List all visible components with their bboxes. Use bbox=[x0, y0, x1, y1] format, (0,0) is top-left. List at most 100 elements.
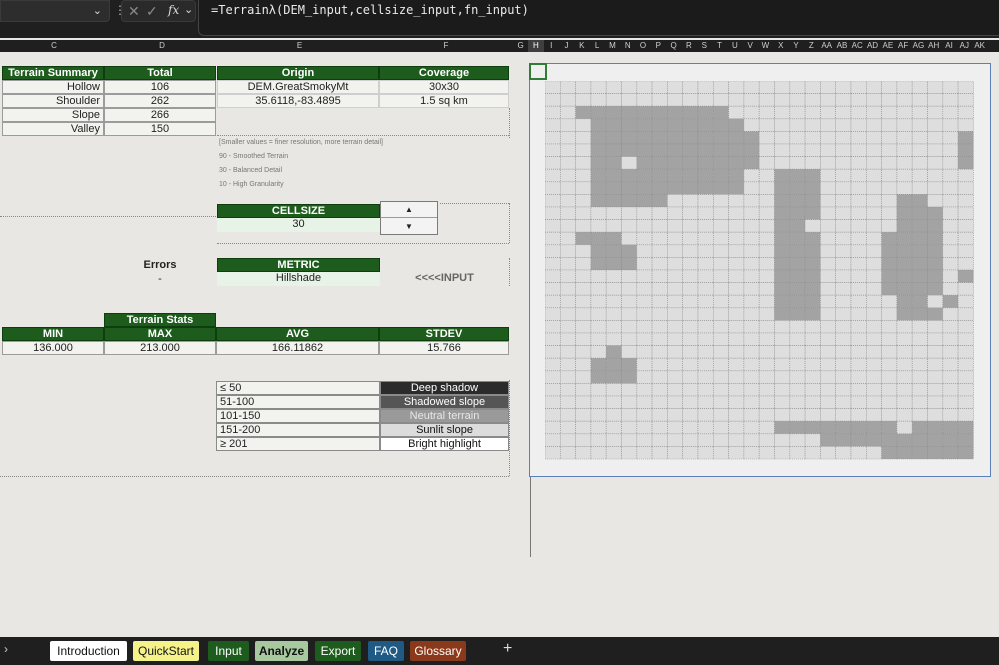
terrain-cell[interactable] bbox=[575, 320, 592, 334]
terrain-cell[interactable] bbox=[667, 181, 684, 195]
chevron-down-icon[interactable]: ⌄ bbox=[93, 4, 102, 17]
terrain-cell[interactable] bbox=[881, 357, 898, 372]
terrain-cell[interactable] bbox=[605, 81, 622, 94]
terrain-cell[interactable] bbox=[911, 244, 928, 258]
terrain-cell[interactable] bbox=[804, 294, 821, 309]
spin-up-icon[interactable]: ▲ bbox=[381, 202, 437, 218]
terrain-cell[interactable] bbox=[697, 345, 714, 359]
terrain-cell[interactable] bbox=[621, 81, 638, 94]
origin-name[interactable]: DEM.GreatSmokyMt bbox=[217, 80, 379, 94]
terrain-cell[interactable] bbox=[636, 357, 653, 372]
terrain-cell[interactable] bbox=[774, 307, 791, 321]
terrain-cell[interactable] bbox=[636, 143, 653, 157]
terrain-cell[interactable] bbox=[667, 370, 684, 384]
terrain-cell[interactable] bbox=[713, 105, 729, 120]
terrain-cell[interactable] bbox=[667, 143, 684, 157]
terrain-cell[interactable] bbox=[865, 118, 882, 132]
terrain-cell[interactable] bbox=[560, 433, 576, 447]
terrain-cell[interactable] bbox=[835, 81, 852, 94]
terrain-cell[interactable] bbox=[667, 446, 684, 460]
terrain-cell[interactable] bbox=[957, 131, 974, 145]
terrain-cell[interactable] bbox=[850, 320, 867, 334]
terrain-cell[interactable] bbox=[545, 156, 561, 170]
terrain-cell[interactable] bbox=[560, 231, 576, 246]
terrain-cell[interactable] bbox=[911, 194, 928, 208]
terrain-cell[interactable] bbox=[881, 269, 898, 283]
terrain-cell[interactable] bbox=[682, 219, 699, 233]
terrain-cell[interactable] bbox=[728, 156, 745, 170]
terrain-cell[interactable] bbox=[758, 370, 775, 384]
terrain-cell[interactable] bbox=[713, 320, 729, 334]
terrain-cell[interactable] bbox=[789, 105, 806, 120]
terrain-cell[interactable] bbox=[590, 370, 607, 384]
terrain-cell[interactable] bbox=[590, 320, 607, 334]
column-header[interactable]: AD bbox=[865, 40, 880, 52]
terrain-cell[interactable] bbox=[575, 131, 592, 145]
terrain-cell[interactable] bbox=[697, 105, 714, 120]
terrain-cell[interactable] bbox=[575, 93, 592, 107]
terrain-cell[interactable] bbox=[605, 370, 622, 384]
terrain-cell[interactable] bbox=[789, 269, 806, 283]
terrain-cell[interactable] bbox=[636, 105, 653, 120]
terrain-cell[interactable] bbox=[804, 156, 821, 170]
terrain-cell[interactable] bbox=[957, 269, 974, 283]
terrain-cell[interactable] bbox=[682, 168, 699, 183]
terrain-cell[interactable] bbox=[713, 395, 729, 409]
terrain-cell[interactable] bbox=[590, 219, 607, 233]
terrain-cell[interactable] bbox=[881, 332, 898, 346]
column-header[interactable]: AH bbox=[926, 40, 941, 52]
cancel-icon[interactable]: ✕ bbox=[128, 3, 140, 20]
terrain-cell[interactable] bbox=[865, 244, 882, 258]
terrain-cell[interactable] bbox=[911, 307, 928, 321]
terrain-cell[interactable] bbox=[789, 81, 806, 94]
terrain-cell[interactable] bbox=[728, 131, 745, 145]
terrain-cell[interactable] bbox=[774, 168, 791, 183]
terrain-cell[interactable] bbox=[942, 357, 959, 372]
terrain-cell[interactable] bbox=[560, 194, 576, 208]
terrain-cell[interactable] bbox=[545, 206, 561, 220]
terrain-cell[interactable] bbox=[835, 383, 852, 397]
terrain-cell[interactable] bbox=[697, 244, 714, 258]
terrain-cell[interactable] bbox=[743, 143, 760, 157]
cellsize-header[interactable]: CELLSIZE bbox=[217, 204, 380, 218]
terrain-cell[interactable] bbox=[865, 383, 882, 397]
terrain-cell[interactable] bbox=[651, 294, 668, 309]
terrain-cell[interactable] bbox=[881, 383, 898, 397]
terrain-cell[interactable] bbox=[820, 307, 836, 321]
terrain-cell[interactable] bbox=[605, 282, 622, 296]
terrain-cell[interactable] bbox=[911, 332, 928, 346]
terrain-cell[interactable] bbox=[682, 307, 699, 321]
terrain-cell[interactable] bbox=[850, 282, 867, 296]
terrain-cell[interactable] bbox=[774, 257, 791, 271]
terrain-cell[interactable] bbox=[927, 446, 944, 460]
terrain-cell[interactable] bbox=[835, 345, 852, 359]
terrain-cell[interactable] bbox=[896, 320, 913, 334]
column-header[interactable]: AI bbox=[941, 40, 956, 52]
terrain-cell[interactable] bbox=[911, 294, 928, 309]
terrain-cell[interactable] bbox=[713, 131, 729, 145]
terrain-cell[interactable] bbox=[758, 231, 775, 246]
terrain-cell[interactable] bbox=[835, 357, 852, 372]
terrain-cell[interactable] bbox=[789, 257, 806, 271]
terrain-cell[interactable] bbox=[835, 105, 852, 120]
terrain-cell[interactable] bbox=[560, 118, 576, 132]
terrain-cell[interactable] bbox=[896, 156, 913, 170]
terrain-cell[interactable] bbox=[590, 282, 607, 296]
terrain-cell[interactable] bbox=[774, 345, 791, 359]
terrain-cell[interactable] bbox=[927, 81, 944, 94]
terrain-cell[interactable] bbox=[636, 370, 653, 384]
terrain-cell[interactable] bbox=[850, 420, 867, 435]
terrain-cell[interactable] bbox=[896, 294, 913, 309]
terrain-cell[interactable] bbox=[636, 93, 653, 107]
terrain-cell[interactable] bbox=[697, 282, 714, 296]
terrain-cell[interactable] bbox=[758, 81, 775, 94]
terrain-cell[interactable] bbox=[682, 81, 699, 94]
terrain-cell[interactable] bbox=[560, 219, 576, 233]
terrain-cell[interactable] bbox=[865, 294, 882, 309]
terrain-cell[interactable] bbox=[850, 433, 867, 447]
terrain-cell[interactable] bbox=[942, 332, 959, 346]
terrain-cell[interactable] bbox=[804, 345, 821, 359]
terrain-cell[interactable] bbox=[927, 206, 944, 220]
terrain-cell[interactable] bbox=[713, 307, 729, 321]
terrain-cell[interactable] bbox=[667, 105, 684, 120]
